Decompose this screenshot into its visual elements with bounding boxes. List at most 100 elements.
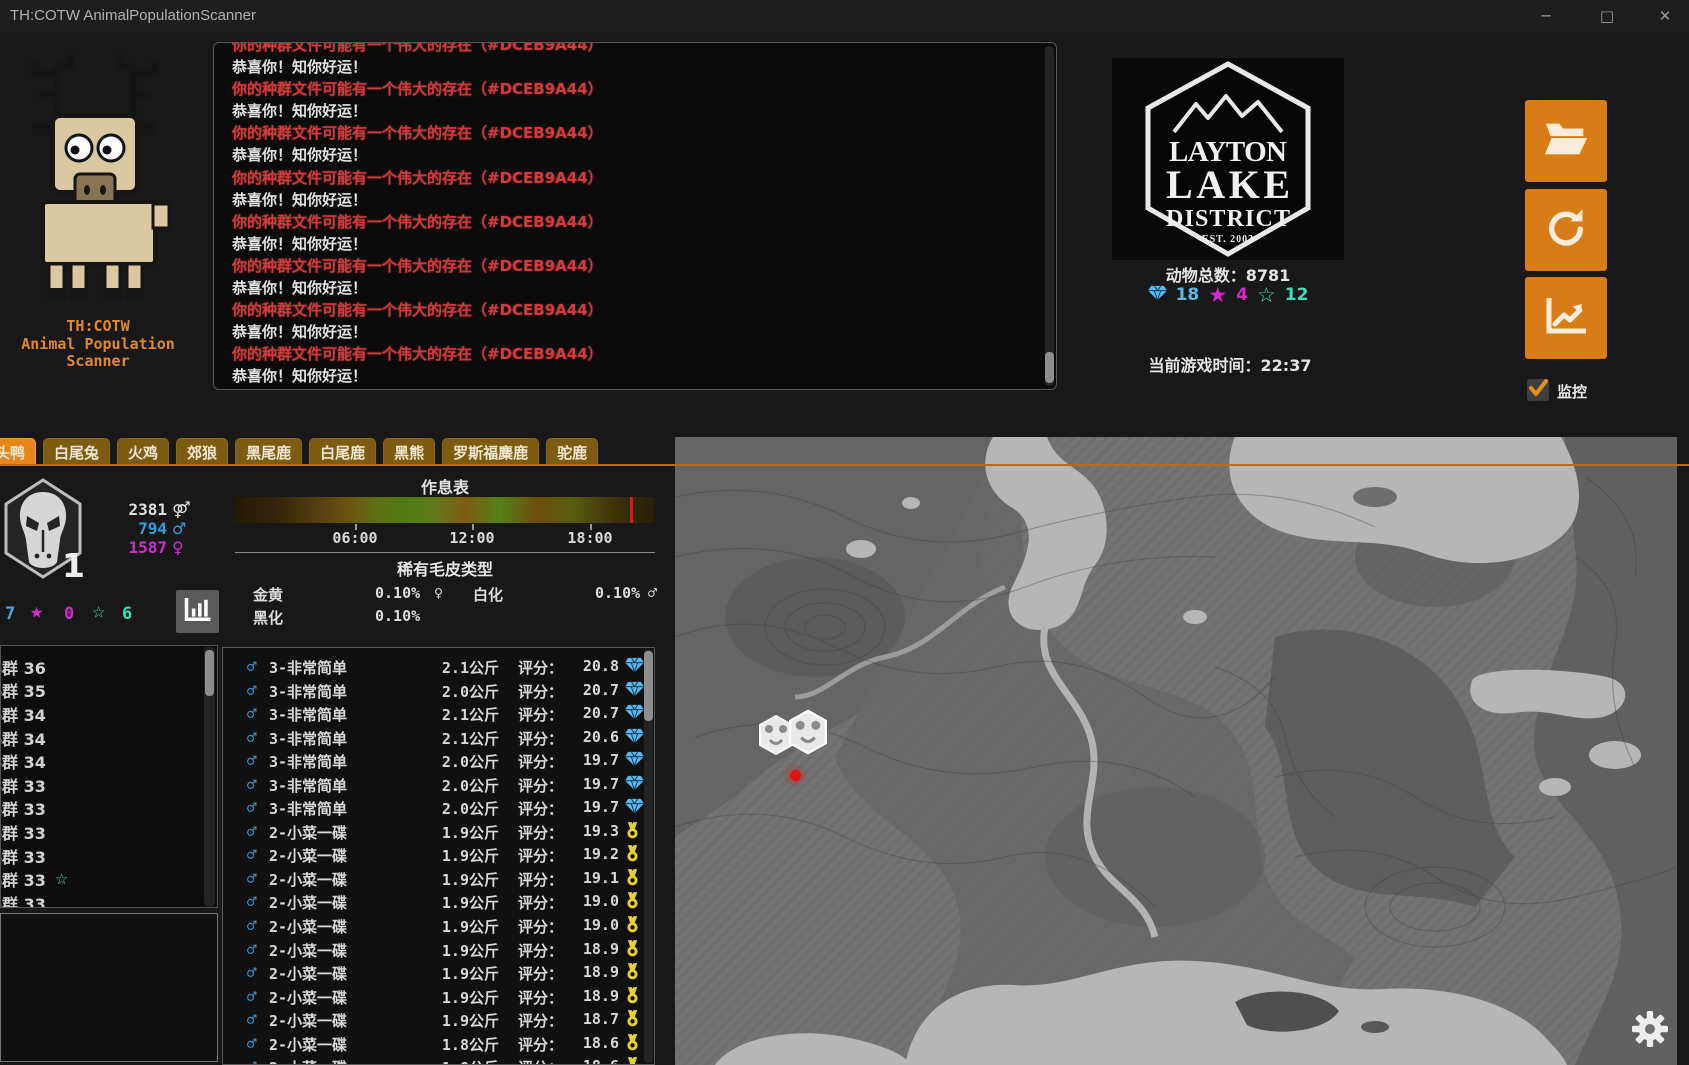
group-list-item-3[interactable]: 鸭群 34 <box>1 726 217 750</box>
animal-list-item-10[interactable]: ♂2-小菜一碟1.9公斤评分：19.0 <box>223 890 654 914</box>
group-list-item-8[interactable]: 鸭群 33 <box>1 844 217 868</box>
group-list-scrollbar-thumb[interactable] <box>205 650 214 696</box>
weight-value: 2.0公斤 <box>409 681 499 702</box>
rare-fur-star-icon: ☆ <box>1257 283 1276 307</box>
group-list-item-2[interactable]: 鸭群 34 <box>1 702 217 726</box>
group-list-item-6[interactable]: 鸭群 33 <box>1 797 217 821</box>
difficulty-label: 2-小菜一碟 <box>269 892 347 913</box>
animal-list-item-1[interactable]: ♂3-非常简单2.0公斤评分：20.7 <box>223 679 654 703</box>
group-list-item-10[interactable]: 鸭群 33 <box>1 891 217 908</box>
gold-medal-icon <box>625 1010 645 1028</box>
animal-cluster-marker[interactable] <box>789 709 827 755</box>
animal-list-item-11[interactable]: ♂2-小菜一碟1.9公斤评分：19.0 <box>223 914 654 938</box>
score-value: 18.6 <box>559 1034 619 1052</box>
species-tab-1[interactable]: 白尾兔 <box>43 438 110 465</box>
reserve-logo: LAYTON LAKE DISTRICT EST. 2003 <box>1112 58 1344 260</box>
close-icon[interactable]: ✕ <box>1645 4 1685 28</box>
difficulty-label: 3-非常简单 <box>269 751 347 772</box>
great-one-star-icon: ★ <box>1208 283 1227 307</box>
statistics-button[interactable] <box>1525 277 1607 359</box>
score-value: 20.7 <box>559 704 619 722</box>
animal-list-item-16[interactable]: ♂2-小菜一碟1.8公斤评分：18.6 <box>223 1032 654 1056</box>
species-diamond-count: 7 <box>5 604 15 624</box>
group-list-item-0[interactable]: 鸭群 36 <box>1 655 217 679</box>
monitor-checkbox[interactable] <box>1527 379 1549 401</box>
reserve-counts: 18 ★ 4 ☆ 12 <box>1112 283 1344 307</box>
weight-value: 1.9公斤 <box>409 892 499 913</box>
open-file-button[interactable] <box>1525 100 1607 182</box>
animal-list-item-9[interactable]: ♂2-小菜一碟1.9公斤评分：19.1 <box>223 867 654 891</box>
group-label: 鸭群 36 <box>1 655 46 679</box>
group-label: 鸭群 33 <box>1 867 46 891</box>
difficulty-label: 2-小菜一碟 <box>269 822 347 843</box>
group-list-item-1[interactable]: 鸭群 35 <box>1 679 217 703</box>
species-tab-8[interactable]: 驼鹿 <box>546 438 598 465</box>
log-console[interactable]: 你的种群文件可能有一个伟大的存在（#DCEB9A44）恭喜你！知你好运！你的种群… <box>213 42 1057 390</box>
score-label: 评分： <box>518 681 563 702</box>
weight-value: 2.0公斤 <box>409 751 499 772</box>
animal-list[interactable]: ♂3-非常简单2.1公斤评分：20.8♂3-非常简单2.0公斤评分：20.7♂3… <box>222 647 655 1065</box>
animal-cluster-marker[interactable] <box>759 715 793 755</box>
score-value: 18.9 <box>559 940 619 958</box>
species-rare-fur-count: 6 <box>122 604 132 624</box>
group-list-item-9[interactable]: 鸭群 33☆ <box>1 867 217 891</box>
log-line-lucky: 恭喜你！知你好运！ <box>232 277 1042 299</box>
notes-input-box[interactable] <box>0 913 218 1062</box>
animal-list-item-0[interactable]: ♂3-非常简单2.1公斤评分：20.8 <box>223 655 654 679</box>
fur-sex: ♀ <box>434 584 443 602</box>
species-tab-0[interactable]: 头鸭 <box>0 438 36 465</box>
species-chart-button[interactable] <box>176 590 219 633</box>
species-total-count: 2381 <box>95 500 167 519</box>
group-label: 鸭群 33 <box>1 797 46 821</box>
animal-list-item-8[interactable]: ♂2-小菜一碟1.9公斤评分：19.2 <box>223 843 654 867</box>
weight-value: 1.9公斤 <box>409 940 499 961</box>
sex-male-icon: ♂ <box>247 657 257 676</box>
species-tab-3[interactable]: 郊狼 <box>176 438 228 465</box>
current-time-marker <box>630 497 633 523</box>
animal-list-item-7[interactable]: ♂2-小菜一碟1.9公斤评分：19.3 <box>223 820 654 844</box>
fur-name: 金黄 <box>253 584 283 605</box>
group-label: 鸭群 34 <box>1 726 46 750</box>
group-list-item-5[interactable]: 鸭群 33 <box>1 773 217 797</box>
animal-list-item-6[interactable]: ♂3-非常简单2.0公斤评分：19.7 <box>223 796 654 820</box>
animal-list-item-15[interactable]: ♂2-小菜一碟1.9公斤评分：18.7 <box>223 1008 654 1032</box>
log-line-lucky: 恭喜你！知你好运！ <box>232 100 1042 122</box>
group-list[interactable]: 鸭群 36鸭群 35鸭群 34鸭群 34鸭群 34鸭群 33鸭群 33鸭群 33… <box>0 645 218 908</box>
log-scrollbar[interactable] <box>1045 46 1054 386</box>
map-settings-button[interactable] <box>1630 1009 1670 1049</box>
animal-list-item-3[interactable]: ♂3-非常简单2.1公斤评分：20.6 <box>223 726 654 750</box>
group-list-item-7[interactable]: 鸭群 33 <box>1 820 217 844</box>
animal-list-scrollbar-thumb[interactable] <box>644 651 653 721</box>
score-label: 评分： <box>518 987 563 1008</box>
animal-list-item-14[interactable]: ♂2-小菜一碟1.9公斤评分：18.9 <box>223 985 654 1009</box>
refresh-button[interactable] <box>1525 189 1607 271</box>
species-tab-4[interactable]: 黑尾鹿 <box>235 438 302 465</box>
difficulty-label: 3-非常简单 <box>269 728 347 749</box>
both-sexes-icon: ⚤ <box>172 500 191 519</box>
animal-list-item-2[interactable]: ♂3-非常简单2.1公斤评分：20.7 <box>223 702 654 726</box>
score-value: 19.7 <box>559 775 619 793</box>
animal-list-item-17[interactable]: ♂2-小菜一碟1.8公斤评分：18.6 <box>223 1055 654 1065</box>
animal-list-item-12[interactable]: ♂2-小菜一碟1.9公斤评分：18.9 <box>223 938 654 962</box>
species-tab-6[interactable]: 黑熊 <box>383 438 435 465</box>
species-tab-2[interactable]: 火鸡 <box>117 438 169 465</box>
log-scrollbar-thumb[interactable] <box>1045 352 1054 383</box>
minimize-icon[interactable]: ─ <box>1526 4 1566 28</box>
animal-list-item-4[interactable]: ♂3-非常简单2.0公斤评分：19.7 <box>223 749 654 773</box>
sex-male-icon: ♂ <box>247 798 257 817</box>
reserve-map[interactable] <box>675 437 1677 1065</box>
weight-value: 1.9公斤 <box>409 987 499 1008</box>
sex-male-icon: ♂ <box>247 681 257 700</box>
group-list-item-4[interactable]: 鸭群 34 <box>1 749 217 773</box>
animal-list-item-5[interactable]: ♂3-非常简单2.0公斤评分：19.7 <box>223 773 654 797</box>
gold-medal-icon <box>625 1057 645 1065</box>
animal-list-item-13[interactable]: ♂2-小菜一碟1.9公斤评分：18.9 <box>223 961 654 985</box>
svg-text:EST. 2003: EST. 2003 <box>1202 234 1254 245</box>
gold-medal-icon <box>625 845 645 863</box>
species-tab-7[interactable]: 罗斯福麋鹿 <box>442 438 539 465</box>
log-line-lucky: 恭喜你！知你好运！ <box>232 233 1042 255</box>
maximize-icon[interactable]: □ <box>1587 4 1627 28</box>
score-value: 19.3 <box>559 822 619 840</box>
group-label: 鸭群 34 <box>1 749 46 773</box>
species-tab-5[interactable]: 白尾鹿 <box>309 438 376 465</box>
